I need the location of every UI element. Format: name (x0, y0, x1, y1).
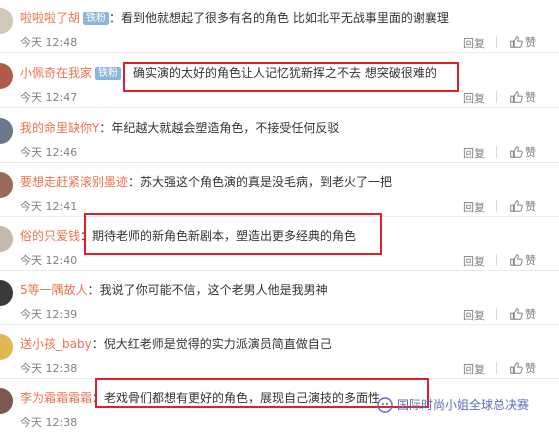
like-button[interactable]: 赞 (509, 34, 536, 50)
thumbs-up-icon (510, 36, 523, 48)
fan-badge: 铁粉 (95, 67, 122, 80)
like-label: 赞 (525, 200, 536, 213)
comment-item: 送小孩_baby：倪大红老师是觉得的实力派演员简直做自己 今天 12:38 回复… (0, 326, 559, 379)
like-button[interactable]: 赞 (509, 89, 536, 105)
comment-username[interactable]: 要想走赶紧滚别墨迹 (20, 175, 128, 189)
avatar[interactable] (0, 8, 13, 34)
comment-time: 今天 12:47 (20, 91, 78, 104)
comment-text: 看到他就想起了很多有名的角色 比如北平无战事里面的谢襄理 (121, 11, 449, 25)
avatar[interactable] (0, 226, 13, 252)
comment-username[interactable]: 啦啦啦了胡 (20, 11, 80, 25)
like-label: 赞 (525, 308, 536, 321)
fan-badge: 铁粉 (83, 12, 110, 25)
like-button[interactable]: 赞 (509, 198, 536, 214)
watermark-text: 国际时尚小姐全球总决赛 (397, 398, 530, 412)
like-button[interactable]: 赞 (509, 144, 536, 160)
avatar[interactable] (0, 280, 13, 306)
like-button[interactable]: 赞 (509, 360, 536, 376)
comment-item: 5等一隅故人：我说了你可能不信，这个老男人他是我男神 今天 12:39 回复 赞 (0, 272, 559, 325)
comment-item: 我的命里缺你Y：年纪越大就越会塑造角色，不接受任何反驳 今天 12:46 回复 … (0, 110, 559, 163)
divider (496, 362, 497, 374)
comment-time: 今天 12:39 (20, 308, 78, 321)
avatar[interactable] (0, 118, 13, 144)
reply-button[interactable]: 回复 (463, 35, 485, 51)
watermark: 国际时尚小姐全球总决赛 (377, 396, 529, 413)
comment-username[interactable]: 小佩奇在我家 (20, 66, 92, 80)
comment-text: 我说了你可能不信，这个老男人他是我男神 (99, 283, 328, 297)
comment-username[interactable]: 俗的只爱钱 (20, 229, 80, 243)
wechat-logo-icon (377, 396, 393, 413)
comment-time: 今天 12:41 (20, 200, 78, 213)
thumbs-up-icon (510, 91, 523, 103)
comment-time: 今天 12:40 (20, 254, 78, 267)
like-label: 赞 (525, 362, 536, 375)
comment-time: 今天 12:38 (20, 416, 78, 429)
highlight-box (123, 62, 459, 92)
divider (496, 200, 497, 212)
comment-time: 今天 12:46 (20, 146, 78, 159)
divider (496, 146, 497, 158)
reply-button[interactable]: 回复 (463, 361, 485, 377)
like-button[interactable]: 赞 (509, 252, 536, 268)
like-label: 赞 (525, 36, 536, 49)
comment-text: 倪大红老师是觉得的实力派演员简直做自己 (103, 337, 332, 351)
like-label: 赞 (525, 91, 536, 104)
comment-item: 要想走赶紧滚别墨迹：苏大强这个角色演的真是没毛病，到老火了一把 今天 12:41… (0, 164, 559, 217)
thumbs-up-icon (510, 362, 523, 374)
like-label: 赞 (525, 146, 536, 159)
divider (496, 36, 497, 48)
comment-username[interactable]: 我的命里缺你Y (20, 121, 99, 135)
avatar[interactable] (0, 63, 13, 89)
comment-time: 今天 12:48 (20, 36, 78, 49)
comment-username[interactable]: 送小孩_baby (20, 337, 92, 351)
reply-button[interactable]: 回复 (463, 90, 485, 106)
highlight-box (84, 213, 382, 255)
reply-button[interactable]: 回复 (463, 145, 485, 161)
reply-button[interactable]: 回复 (463, 199, 485, 215)
thumbs-up-icon (510, 200, 523, 212)
thumbs-up-icon (510, 254, 523, 266)
thumbs-up-icon (510, 308, 523, 320)
divider (496, 254, 497, 266)
avatar[interactable] (0, 388, 13, 414)
like-label: 赞 (525, 254, 536, 267)
comment-username[interactable]: 李为霜霜霜霜 (20, 391, 92, 405)
reply-button[interactable]: 回复 (463, 307, 485, 323)
avatar[interactable] (0, 172, 13, 198)
like-button[interactable]: 赞 (509, 306, 536, 322)
divider (496, 91, 497, 103)
comment-text: 苏大强这个角色演的真是没毛病，到老火了一把 (140, 175, 393, 189)
comment-time: 今天 12:38 (20, 362, 78, 375)
thumbs-up-icon (510, 146, 523, 158)
avatar[interactable] (0, 334, 13, 360)
comment-text: 年纪越大就越会塑造角色，不接受任何反驳 (111, 121, 340, 135)
reply-button[interactable]: 回复 (463, 253, 485, 269)
comment-item: 啦啦啦了胡 铁粉 ：看到他就想起了很多有名的角色 比如北平无战事里面的谢襄理 今天 … (0, 0, 559, 53)
divider (496, 308, 497, 320)
comment-username[interactable]: 5等一隅故人 (20, 283, 88, 297)
